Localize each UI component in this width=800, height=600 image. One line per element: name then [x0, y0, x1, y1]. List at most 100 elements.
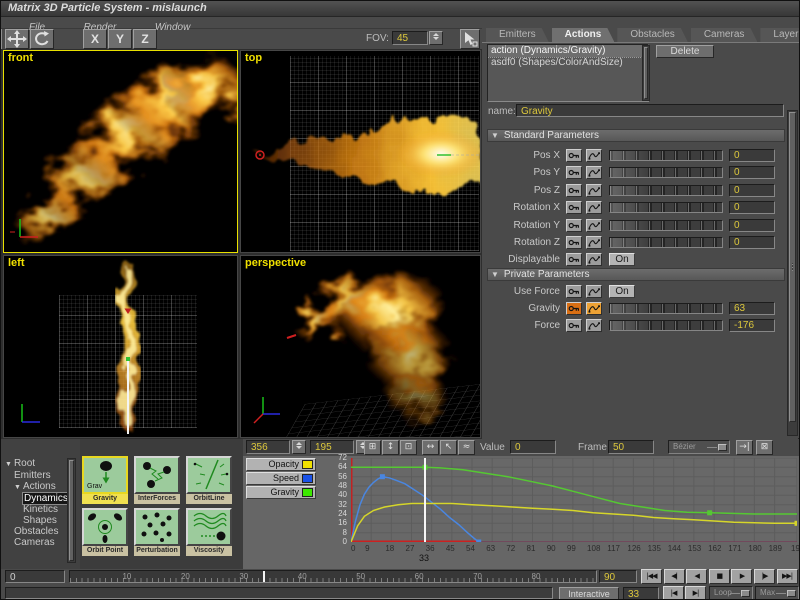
param-slider[interactable]	[609, 167, 723, 178]
palette-item-orbitline[interactable]: OrbitLine	[186, 456, 232, 504]
edit-curve-button[interactable]	[586, 236, 602, 249]
menu-window[interactable]: Window	[155, 22, 190, 34]
tree-item-kinetics[interactable]: Kinetics	[5, 504, 69, 515]
palette-item-interforces[interactable]: InterForces	[134, 456, 180, 504]
param-value-field[interactable]: 0	[729, 236, 775, 249]
timeline-ruler[interactable]: 1020304050607080	[69, 570, 597, 583]
key-options-icon[interactable]: ⊠	[756, 440, 773, 455]
viewport-front[interactable]: front	[3, 50, 238, 253]
fit-vertical-icon[interactable]: ↕	[382, 440, 399, 455]
tree-scrollbar[interactable]	[67, 458, 76, 563]
legend-opacity-button[interactable]: Opacity	[246, 458, 316, 471]
param-slider[interactable]	[609, 150, 723, 161]
standard-params-header[interactable]: ▼Standard Parameters	[487, 129, 785, 142]
frame-field[interactable]: 50	[608, 440, 654, 454]
fov-spinner[interactable]	[429, 31, 443, 45]
play-reverse-button[interactable]: ◀	[686, 569, 707, 584]
set-key-button[interactable]	[566, 253, 582, 266]
tree-item-shapes[interactable]: Shapes	[5, 515, 69, 526]
edit-curve-button[interactable]	[586, 253, 602, 266]
action-list-item[interactable]: action (Dynamics/Gravity)	[488, 45, 648, 57]
param-value-field[interactable]: 0	[729, 166, 775, 179]
param-value-field[interactable]: 0	[729, 184, 775, 197]
param-slider[interactable]	[609, 202, 723, 213]
action-list-item[interactable]: asdf0 (Shapes/ColorAndSize)	[488, 57, 648, 69]
action-list-scrollbar[interactable]	[642, 45, 650, 101]
go-to-end-button[interactable]: ▶▶|	[777, 569, 798, 584]
expand-arrow-icon[interactable]: ▼	[5, 461, 12, 468]
edit-curve-button[interactable]	[586, 285, 602, 298]
tree-item-emitters[interactable]: Emitters	[5, 470, 69, 481]
action-list[interactable]: action (Dynamics/Gravity)asdf0 (Shapes/C…	[487, 44, 649, 102]
set-key-button[interactable]	[566, 319, 582, 332]
legend-gravity-button[interactable]: Gravity	[246, 486, 316, 499]
move-tool-button[interactable]	[5, 29, 29, 49]
palette-item-viscosity[interactable]: Viscosity	[186, 508, 232, 556]
param-slider[interactable]	[609, 320, 723, 331]
tab-actions[interactable]: Actions	[552, 28, 615, 42]
name-field[interactable]: Gravity	[516, 104, 784, 117]
select-keys-icon[interactable]: ↖	[440, 440, 457, 455]
viewport-height-field[interactable]: 195	[310, 440, 354, 454]
next-key-button[interactable]: ▶|	[685, 586, 706, 600]
next-key-icon[interactable]: →|	[736, 440, 753, 455]
edit-curve-button[interactable]	[586, 201, 602, 214]
param-value-field[interactable]: 0	[729, 219, 775, 232]
set-key-button[interactable]	[566, 149, 582, 162]
viewport-width-field[interactable]: 356	[246, 440, 290, 454]
viewport-top[interactable]: top	[240, 50, 481, 253]
curve-plot[interactable]	[351, 458, 797, 542]
palette-item-perturbation[interactable]: Perturbation	[134, 508, 180, 556]
param-value-field[interactable]: 0	[729, 201, 775, 214]
toggle-button[interactable]: On	[609, 253, 635, 266]
tab-obstacles[interactable]: Obstacles	[617, 28, 687, 42]
set-key-button[interactable]	[566, 285, 582, 298]
timeline-playhead[interactable]	[263, 571, 265, 582]
expand-arrow-icon[interactable]: ▼	[14, 484, 21, 491]
set-key-button[interactable]	[566, 236, 582, 249]
timeline-end-field[interactable]: 90	[599, 570, 637, 583]
loop-dropdown[interactable]: Loop	[709, 586, 753, 600]
set-key-button[interactable]	[566, 166, 582, 179]
panel-scrollbar[interactable]	[787, 110, 798, 436]
curve-mode-icon[interactable]: ≈	[458, 440, 475, 455]
delete-button[interactable]: Delete	[656, 45, 714, 58]
axis-z-button[interactable]: Z	[133, 29, 157, 49]
axis-y-button[interactable]: Y	[108, 29, 132, 49]
stop-button[interactable]: ■	[709, 569, 730, 584]
fit-horizontal-icon[interactable]: ↔	[422, 440, 439, 455]
interactive-button[interactable]: Interactive	[559, 587, 619, 600]
tree-item-actions[interactable]: ▼Actions	[5, 481, 69, 493]
current-frame-field[interactable]: 33	[623, 587, 659, 600]
palette-item-gravity[interactable]: GravGravity	[82, 456, 128, 504]
set-key-button[interactable]	[566, 302, 582, 315]
tree-item-dynamics[interactable]: Dynamics	[5, 493, 69, 504]
interpolation-dropdown[interactable]: Bézier	[668, 440, 730, 454]
timeline-start-field[interactable]: 0	[5, 570, 65, 583]
max-dropdown[interactable]: Max	[755, 586, 799, 600]
palette-item-orbit-point[interactable]: Orbit Point	[82, 508, 128, 556]
param-slider[interactable]	[609, 185, 723, 196]
edit-curve-button[interactable]	[586, 319, 602, 332]
edit-curve-button[interactable]	[586, 219, 602, 232]
step-forward-button[interactable]: |▶	[754, 569, 775, 584]
legend-speed-button[interactable]: Speed	[246, 472, 316, 485]
tab-cameras[interactable]: Cameras	[691, 28, 758, 42]
param-value-field[interactable]: 63	[729, 302, 775, 315]
go-to-start-button[interactable]: |◀◀	[641, 569, 662, 584]
fov-field[interactable]: 45	[392, 31, 428, 45]
edit-curve-button[interactable]	[586, 166, 602, 179]
tab-layer[interactable]: Layer	[760, 28, 800, 42]
viewport-left[interactable]: left	[3, 255, 238, 438]
tree-item-obstacles[interactable]: Obstacles	[5, 526, 69, 537]
param-value-field[interactable]: -176	[729, 319, 775, 332]
set-key-button[interactable]	[566, 219, 582, 232]
value-field[interactable]: 0	[510, 440, 556, 454]
step-back-button[interactable]: ◀|	[664, 569, 685, 584]
zoom-region-icon[interactable]: ⊡	[400, 440, 417, 455]
set-key-button[interactable]	[566, 184, 582, 197]
prev-key-button[interactable]: |◀	[663, 586, 684, 600]
title-bar[interactable]: Matrix 3D Particle System - mislaunch	[1, 1, 800, 17]
tree-item-root[interactable]: ▼Root	[5, 458, 69, 470]
axis-x-button[interactable]: X	[83, 29, 107, 49]
